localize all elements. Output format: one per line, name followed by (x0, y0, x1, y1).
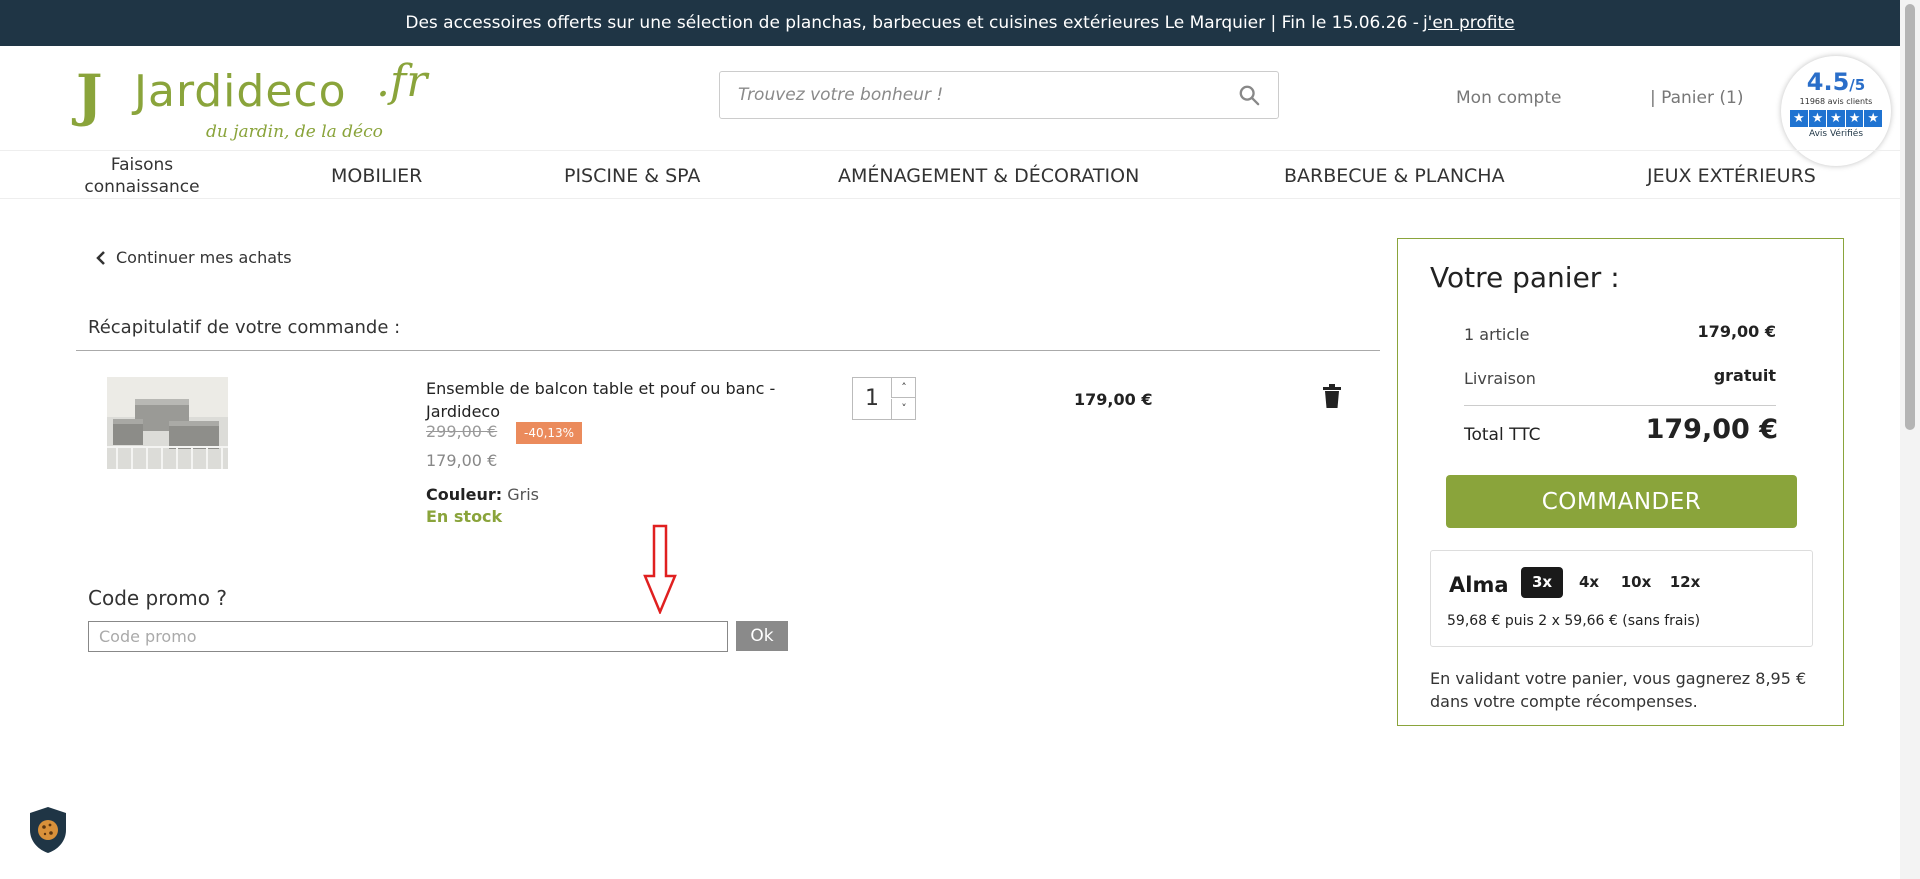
divider (76, 350, 1380, 351)
cart-summary: Votre panier : 1 article 179,00 € Livrai… (1397, 238, 1844, 726)
star-icon: ★ (1845, 110, 1864, 127)
rating-brand: Avis Vérifiés (1808, 129, 1864, 139)
search-input[interactable] (720, 72, 1220, 118)
nav-item-piscine-spa[interactable]: PISCINE & SPA (564, 151, 700, 200)
main-nav: Faisons connaissance MOBILIER PISCINE & … (0, 150, 1900, 199)
shipping-value: gratuit (1713, 366, 1776, 385)
logo-tld: .fr (376, 56, 428, 107)
promo-banner-text: Des accessoires offerts sur une sélectio… (405, 13, 1419, 33)
logo-text: Jardideco (134, 66, 347, 117)
alma-logo: Alma (1449, 573, 1509, 597)
divider (1464, 405, 1776, 406)
discount-badge: -40,13% (516, 422, 583, 444)
promo-code-input[interactable] (88, 621, 728, 652)
articles-row: 1 article 179,00 € (1464, 322, 1776, 344)
articles-value: 179,00 € (1697, 322, 1776, 341)
site-header: J Jardideco .fr du jardin, de la déco Mo… (0, 46, 1900, 166)
star-icon: ★ (1808, 110, 1827, 127)
promo-code-title: Code promo ? (88, 586, 227, 610)
rating-count: 11968 avis clients (1799, 97, 1873, 106)
annotation-arrow-icon (643, 524, 677, 614)
nav-item-amenagement-decoration[interactable]: AMÉNAGEMENT & DÉCORATION (838, 151, 1139, 200)
account-link[interactable]: Mon compte (1456, 88, 1561, 108)
nav-item-mobilier[interactable]: MOBILIER (331, 151, 422, 200)
product-color: Couleur: Gris (426, 485, 539, 504)
product-image[interactable] (107, 377, 228, 469)
product-image-graphic (107, 377, 228, 469)
alma-option-10x[interactable]: 10x (1615, 567, 1657, 598)
product-color-label: Couleur: (426, 485, 503, 504)
nav-item-barbecue-plancha[interactable]: BARBECUE & PLANCHA (1284, 151, 1505, 200)
quantity-input[interactable]: 1 (853, 378, 891, 419)
search-box (719, 71, 1279, 119)
cookie-settings-icon[interactable] (28, 806, 68, 854)
promo-banner-link[interactable]: j'en profite (1423, 13, 1515, 33)
search-icon[interactable] (1238, 84, 1260, 106)
nav-item-jeux-exterieurs[interactable]: JEUX EXTÉRIEURS (1647, 151, 1816, 200)
cart-summary-title: Votre panier : (1430, 261, 1620, 294)
scrollbar-thumb[interactable] (1905, 4, 1915, 430)
star-half-icon: ★ (1864, 110, 1882, 127)
chevron-down-icon[interactable]: ˅ (891, 399, 916, 419)
line-total: 179,00 € (1074, 390, 1153, 409)
stock-status: En stock (426, 507, 503, 526)
logo-tagline: du jardin, de la déco (206, 122, 383, 142)
shipping-label: Livraison (1464, 369, 1536, 388)
chevron-up-icon[interactable]: ˄ (891, 378, 916, 398)
alma-detail: 59,68 € puis 2 x 59,66 € (sans frais) (1447, 613, 1701, 629)
alma-installments: Alma 3x 4x 10x 12x 59,68 € puis 2 x 59,6… (1430, 550, 1813, 647)
rating-score: 4.5/5 (1806, 68, 1866, 96)
cart-link[interactable]: | Panier (1) (1650, 88, 1743, 108)
shipping-row: Livraison gratuit (1464, 366, 1776, 388)
total-value: 179,00 € (1645, 414, 1778, 445)
scrollbar[interactable] (1900, 0, 1920, 879)
trash-icon[interactable] (1322, 384, 1342, 408)
total-label: Total TTC (1464, 425, 1541, 445)
chevron-left-icon (96, 250, 105, 265)
product-old-price: 299,00 € (426, 422, 498, 441)
rating-stars: ★ ★ ★ ★ ★ (1790, 110, 1882, 127)
alma-option-3x[interactable]: 3x (1521, 567, 1563, 598)
logo[interactable]: J Jardideco .fr du jardin, de la déco (76, 56, 428, 146)
product-color-value: Gris (507, 485, 539, 504)
product-unit-price: 179,00 € (426, 451, 498, 470)
star-icon: ★ (1827, 110, 1845, 127)
alma-option-4x[interactable]: 4x (1568, 567, 1610, 598)
reward-text: En validant votre panier, vous gagnerez … (1430, 669, 1807, 711)
product-name-link[interactable]: Ensemble de balcon table et pouf ou banc… (426, 377, 806, 423)
logo-j-mark: J (76, 63, 103, 129)
articles-label: 1 article (1464, 325, 1530, 344)
order-button[interactable]: COMMANDER (1446, 475, 1797, 528)
continue-shopping-link[interactable]: Continuer mes achats (96, 248, 292, 267)
alma-option-12x[interactable]: 12x (1664, 567, 1706, 598)
quantity-stepper: 1 ˄ ˅ (852, 377, 916, 420)
star-icon: ★ (1790, 110, 1808, 127)
promo-banner: Des accessoires offerts sur une sélectio… (0, 0, 1920, 46)
continue-shopping-label: Continuer mes achats (116, 248, 292, 267)
promo-apply-button[interactable]: Ok (736, 621, 788, 651)
nav-item-about[interactable]: Faisons connaissance (80, 151, 204, 200)
order-recap-title: Récapitulatif de votre commande : (88, 317, 401, 338)
